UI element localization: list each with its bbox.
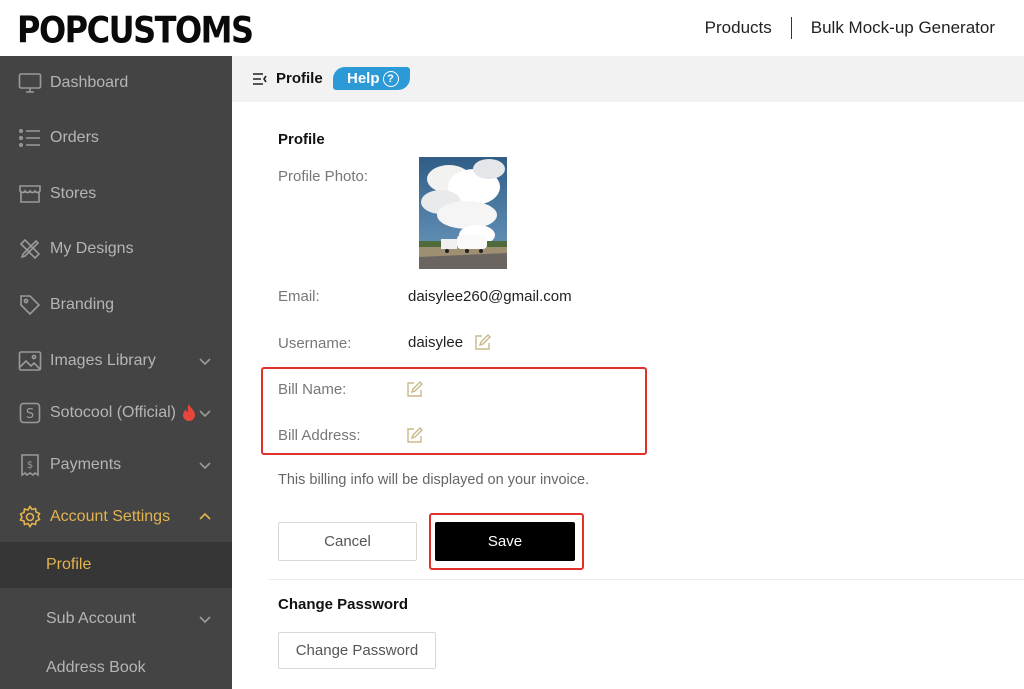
- nav-bulk-mockup-link[interactable]: Bulk Mock-up Generator: [811, 18, 995, 38]
- chevron-down-icon: [199, 616, 211, 624]
- sidebar-item-images-library[interactable]: Images Library: [0, 346, 232, 376]
- receipt-icon: $: [18, 453, 42, 477]
- sidebar-item-dashboard[interactable]: Dashboard: [0, 68, 232, 98]
- section-divider: [268, 579, 1024, 580]
- gear-icon: [18, 505, 42, 529]
- breadcrumb-title: Profile: [276, 70, 323, 87]
- bill-address-label: Bill Address:: [278, 427, 361, 444]
- store-icon: [18, 182, 42, 206]
- content-header: Profile Help ?: [232, 56, 1024, 102]
- tag-icon: [18, 293, 42, 317]
- profile-section-title: Profile: [278, 131, 325, 148]
- question-icon: ?: [382, 70, 399, 87]
- sidebar-subitem-sub-account[interactable]: Sub Account: [0, 604, 232, 634]
- s-badge-icon: S: [18, 401, 42, 425]
- email-value: daisylee260@gmail.com: [408, 288, 572, 305]
- username-value: daisylee: [408, 334, 464, 351]
- pencil-ruler-icon: [18, 237, 42, 261]
- chevron-down-icon: [199, 358, 211, 366]
- sidebar-subitem-profile[interactable]: Profile: [0, 542, 232, 588]
- help-button[interactable]: Help ?: [333, 67, 410, 90]
- nav-divider: [790, 17, 792, 39]
- sidebar-item-payments[interactable]: $ Payments: [0, 450, 232, 480]
- change-password-button[interactable]: Change Password: [278, 632, 436, 669]
- username-label: Username:: [278, 335, 352, 352]
- edit-bill-address-icon[interactable]: [406, 427, 423, 444]
- monitor-icon: [18, 71, 42, 95]
- chevron-up-icon: [199, 512, 211, 520]
- billing-note: This billing info will be displayed on y…: [278, 472, 590, 488]
- profile-photo-label: Profile Photo:: [278, 168, 369, 185]
- list-icon: [18, 126, 42, 150]
- sidebar-subitem-address-book[interactable]: Address Book: [0, 653, 232, 683]
- profile-photo[interactable]: [419, 157, 507, 269]
- top-header: POPCUSTOMS Products Bulk Mock-up Generat…: [0, 0, 1024, 56]
- sidebar-item-account-settings[interactable]: Account Settings: [0, 502, 232, 532]
- bill-name-label: Bill Name:: [278, 381, 347, 398]
- sidebar-item-stores[interactable]: Stores: [0, 179, 232, 209]
- sidebar-item-orders[interactable]: Orders: [0, 123, 232, 153]
- edit-username-icon[interactable]: [474, 334, 491, 351]
- nav-products-link[interactable]: Products: [705, 18, 772, 38]
- chevron-down-icon: [199, 410, 211, 418]
- sidebar: Dashboard Orders Stores My Designs Brand…: [0, 56, 232, 689]
- svg-text:$: $: [27, 460, 33, 471]
- sidebar-item-my-designs[interactable]: My Designs: [0, 234, 232, 264]
- svg-text:S: S: [26, 407, 34, 422]
- chevron-down-icon: [199, 462, 211, 470]
- top-nav: Products Bulk Mock-up Generator: [705, 17, 995, 39]
- logo[interactable]: POPCUSTOMS: [17, 8, 254, 54]
- save-button[interactable]: Save: [435, 522, 575, 561]
- sidebar-item-sotocool[interactable]: S Sotocool (Official): [0, 398, 232, 428]
- edit-bill-name-icon[interactable]: [406, 381, 423, 398]
- cancel-button[interactable]: Cancel: [278, 522, 417, 561]
- sidebar-item-branding[interactable]: Branding: [0, 290, 232, 320]
- menu-fold-icon[interactable]: [252, 71, 268, 87]
- email-label: Email:: [278, 288, 320, 305]
- change-password-title: Change Password: [278, 596, 409, 613]
- fire-icon: [182, 403, 196, 421]
- image-icon: [18, 349, 42, 373]
